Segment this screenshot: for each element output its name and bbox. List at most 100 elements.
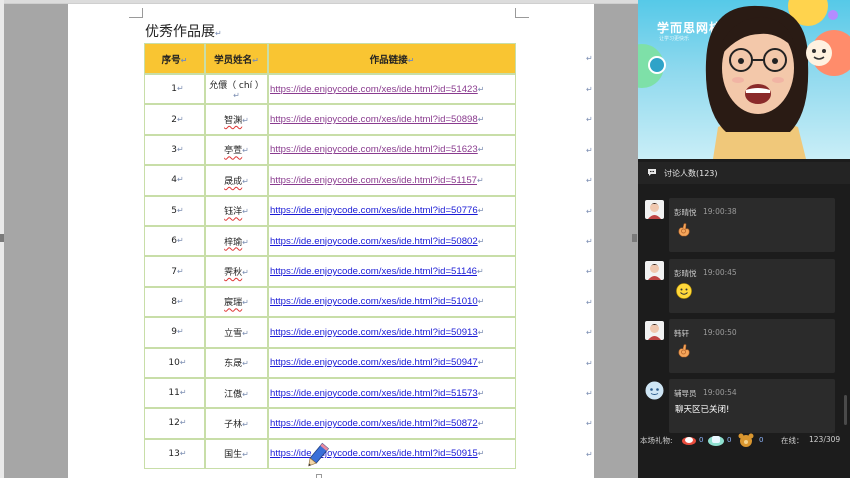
paragraph-mark: ↵ bbox=[177, 236, 184, 246]
paragraph-mark: ↵ bbox=[242, 237, 249, 247]
heading-text: 优秀作品展 bbox=[145, 24, 215, 40]
row-number-cell: 2↵ bbox=[144, 104, 205, 135]
student-avatar-icon bbox=[645, 200, 664, 219]
work-link[interactable]: https://ide.enjoycode.com/xes/ide.html?i… bbox=[270, 144, 478, 155]
row-number-cell: 1↵ bbox=[144, 74, 205, 105]
work-link[interactable]: https://ide.enjoycode.com/xes/ide.html?i… bbox=[270, 296, 478, 307]
paragraph-mark: ↵ bbox=[242, 268, 249, 278]
paragraph-mark: ↵ bbox=[242, 450, 249, 460]
table-row: 11↵ 江傲↵ https://ide.enjoycode.com/xes/ide.… bbox=[144, 377, 516, 409]
message-bubble: 辅导员 19:00:54 聊天区已关闭! bbox=[669, 379, 835, 433]
right-scroll-handle[interactable] bbox=[632, 234, 637, 242]
gift-rocket-icon[interactable] bbox=[681, 432, 697, 448]
student-name-cell: 钰洋↵ bbox=[205, 195, 268, 226]
student-name: 亭萱 bbox=[224, 146, 243, 157]
row-end-mark: ↵ bbox=[586, 328, 593, 338]
table-row: 8↵ 宸瑞↵ https://ide.enjoycode.com/xes/ide.h… bbox=[144, 286, 516, 318]
row-end-mark: ↵ bbox=[586, 297, 593, 307]
table-header-row: 序号↵ 学员姓名↵ 作品链接↵ bbox=[144, 43, 516, 74]
chat-header: 讨论人数(123) bbox=[638, 162, 850, 184]
student-avatar-icon bbox=[645, 321, 664, 340]
work-link[interactable]: https://ide.enjoycode.com/xes/ide.html?i… bbox=[270, 327, 478, 338]
paragraph-mark: ↵ bbox=[477, 175, 484, 185]
paragraph-mark: ↵ bbox=[477, 115, 485, 125]
row-number-cell: 4↵ bbox=[144, 165, 205, 196]
student-name-cell: 允儇（ chí ）↵ bbox=[205, 74, 268, 105]
chat-bubble-icon bbox=[648, 169, 656, 176]
table-row: 5↵ 钰洋↵ https://ide.enjoycode.com/xes/ide.h… bbox=[144, 195, 516, 226]
work-link-cell: https://ide.enjoycode.com/xes/ide.html?i… bbox=[268, 317, 516, 348]
gift-teddy-icon[interactable] bbox=[737, 432, 755, 448]
ok-hand-icon bbox=[678, 223, 690, 237]
work-link[interactable]: https://ide.enjoycode.com/xes/ide.html?i… bbox=[270, 357, 478, 368]
page-bottom-mark bbox=[316, 474, 322, 478]
table-row: 3↵ 亭萱↵ https://ide.enjoycode.com/xes/ide.h… bbox=[144, 134, 516, 166]
teacher-video[interactable]: 学而思网校 让学习更快乐 bbox=[638, 0, 850, 159]
student-name: 子林 bbox=[224, 419, 243, 430]
paragraph-mark: ↵ bbox=[477, 358, 485, 368]
paragraph-mark: ↵ bbox=[177, 114, 184, 124]
paragraph-mark: ↵ bbox=[177, 327, 184, 337]
work-link[interactable]: https://ide.enjoycode.com/xes/ide.html?i… bbox=[270, 205, 478, 216]
paragraph-mark: ↵ bbox=[177, 296, 184, 306]
paragraph-mark: ↵ bbox=[242, 116, 249, 126]
work-link[interactable]: https://ide.enjoycode.com/xes/ide.html?i… bbox=[270, 114, 478, 125]
work-link[interactable]: https://ide.enjoycode.com/xes/ide.html?i… bbox=[270, 236, 478, 247]
work-link[interactable]: https://ide.enjoycode.com/xes/ide.html?i… bbox=[270, 448, 478, 459]
document-viewer[interactable]: 优秀作品展↵ 序号↵ 学员姓名↵ 作品链接↵ 1↵ 允儇（ chí ）↵ https… bbox=[0, 0, 638, 478]
paragraph-mark: ↵ bbox=[179, 448, 187, 458]
avatar[interactable] bbox=[645, 261, 664, 280]
page-corner-mark-left bbox=[129, 8, 143, 18]
chat-scrollbar[interactable] bbox=[844, 395, 847, 425]
sender-name: 韩轩 bbox=[674, 329, 689, 338]
paragraph-mark: ↵ bbox=[179, 357, 187, 367]
work-link[interactable]: https://ide.enjoycode.com/xes/ide.html?i… bbox=[270, 388, 478, 399]
work-link[interactable]: https://ide.enjoycode.com/xes/ide.html?i… bbox=[270, 418, 478, 429]
gift-cup-icon[interactable] bbox=[707, 432, 725, 448]
work-link[interactable]: https://ide.enjoycode.com/xes/ide.html?i… bbox=[270, 266, 477, 277]
ok-hand-icon bbox=[678, 344, 690, 358]
header-number: 序号↵ bbox=[144, 43, 205, 74]
message-time: 19:00:38 bbox=[703, 207, 737, 216]
avatar[interactable] bbox=[645, 200, 664, 219]
paragraph-mark: ↵ bbox=[242, 146, 249, 156]
work-link[interactable]: https://ide.enjoycode.com/xes/ide.html?i… bbox=[270, 84, 478, 95]
student-name-cell: 亭萱↵ bbox=[205, 134, 268, 166]
sender-name: 辅导员 bbox=[674, 389, 697, 398]
row-number-cell: 6↵ bbox=[144, 225, 205, 257]
document-page[interactable]: 优秀作品展↵ 序号↵ 学员姓名↵ 作品链接↵ 1↵ 允儇（ chí ）↵ https… bbox=[68, 4, 594, 478]
paragraph-mark: ↵ bbox=[477, 418, 485, 428]
row-number-cell: 10↵ bbox=[144, 347, 205, 378]
gift-count-3: 0 bbox=[759, 436, 764, 444]
message-bubble: 彭晴悦 19:00:45 bbox=[669, 259, 835, 313]
work-link-cell: https://ide.enjoycode.com/xes/ide.html?i… bbox=[268, 347, 516, 378]
table-row: 4↵ 晟成↵ https://ide.enjoycode.com/xes/ide.h… bbox=[144, 165, 516, 196]
smiley-icon bbox=[676, 283, 692, 299]
row-number-cell: 11↵ bbox=[144, 377, 205, 409]
paragraph-mark: ↵ bbox=[233, 90, 240, 100]
student-name: 国生 bbox=[224, 450, 243, 461]
left-scroll-handle[interactable] bbox=[0, 234, 4, 242]
paragraph-mark: ↵ bbox=[177, 175, 184, 185]
avatar[interactable] bbox=[645, 381, 664, 400]
work-link[interactable]: https://ide.enjoycode.com/xes/ide.html?i… bbox=[270, 175, 477, 186]
row-end-mark: ↵ bbox=[586, 419, 593, 429]
avatar[interactable] bbox=[645, 321, 664, 340]
table-row: 9↵ 立雪↵ https://ide.enjoycode.com/xes/ide.h… bbox=[144, 317, 516, 348]
work-link-cell: https://ide.enjoycode.com/xes/ide.html?i… bbox=[268, 286, 516, 318]
live-class-panel: 学而思网校 让学习更快乐 讨论人数(123) 彭晴悦 19:00:38 彭晴悦 … bbox=[638, 0, 850, 478]
work-link-cell: https://ide.enjoycode.com/xes/ide.html?i… bbox=[268, 104, 516, 135]
student-name-cell: 晟成↵ bbox=[205, 165, 268, 196]
teacher-figure bbox=[705, 5, 809, 159]
student-name: 允儇（ chí ） bbox=[209, 80, 264, 91]
paragraph-mark: ↵ bbox=[242, 207, 249, 217]
row-end-mark: ↵ bbox=[586, 176, 593, 186]
message-bubble: 韩轩 19:00:50 bbox=[669, 319, 835, 373]
row-end-mark: ↵ bbox=[586, 206, 593, 216]
student-name: 智渊 bbox=[224, 116, 243, 127]
paragraph-mark: ↵ bbox=[477, 206, 485, 216]
work-link-cell: https://ide.enjoycode.com/xes/ide.html?i… bbox=[268, 408, 516, 439]
row-number-cell: 7↵ bbox=[144, 256, 205, 287]
work-link-cell: https://ide.enjoycode.com/xes/ide.html?i… bbox=[268, 377, 516, 409]
message-bubble: 彭晴悦 19:00:38 bbox=[669, 198, 835, 252]
